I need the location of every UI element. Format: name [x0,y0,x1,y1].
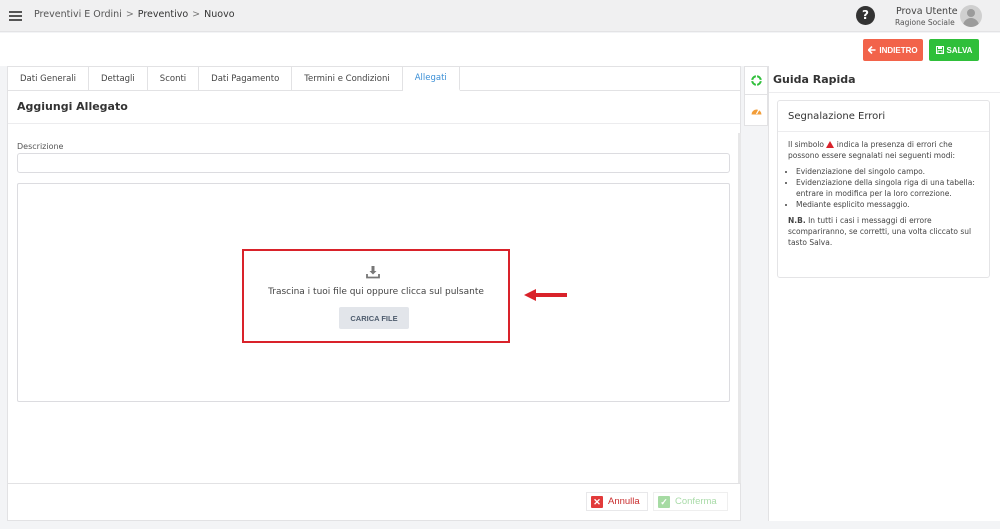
breadcrumb-separator: > [125,9,134,20]
page-title: Aggiungi Allegato [17,100,128,113]
card-title: Segnalazione Errori [788,111,886,122]
scrollbar[interactable] [738,133,741,483]
breadcrumb-item-nuovo: Nuovo [204,9,235,20]
warning-triangle-icon [826,141,835,148]
tab-allegati[interactable]: Allegati [402,67,460,91]
quick-guide-title: Guida Rapida [773,73,856,86]
cancel-button[interactable]: ✕ Annulla [586,492,648,511]
note-label: N.B. [788,216,806,225]
divider [778,131,989,132]
list-item: Mediante esplicito messaggio. [796,199,984,210]
tab-dettagli[interactable]: Dettagli [89,67,148,91]
card-intro: Il simbolo indica la presenza di errori … [788,139,984,161]
divider [8,483,740,484]
arrow-left-icon [868,46,876,54]
tab-dati-generali[interactable]: Dati Generali [8,67,90,91]
question-circle-icon[interactable]: ? [856,6,875,25]
upload-file-button[interactable]: CARICA FILE [339,307,409,329]
card-body: Il simbolo indica la presenza di errori … [788,139,984,248]
check-icon: ✓ [658,495,670,508]
save-button-label: SALVA [946,45,973,55]
dropzone-instructions: Trascina i tuoi file qui oppure clicca s… [268,287,484,297]
tab-dati-pagamento[interactable]: Dati Pagamento [199,67,293,91]
download-tray-icon [366,266,380,279]
description-label: Descrizione [17,142,64,151]
tab-sconti[interactable]: Sconti [148,67,200,91]
user-company: Ragione Sociale [895,18,955,27]
top-header: Preventivi E Ordini > Preventivo > Nuovo ? P… [0,0,1000,32]
intro-text-before: Il simbolo [788,140,824,149]
breadcrumb-item-preventivi-e-ordini[interactable]: Preventivi E Ordini [34,9,122,20]
action-bar [0,33,1000,66]
red-arrow-left-icon [524,289,567,301]
quick-guide-panel: Guida Rapida Segnalazione Errori Il simb… [768,66,1000,521]
back-button-label: INDIETRO [879,45,918,55]
back-button[interactable]: INDIETRO [863,39,923,61]
note-text: In tutti i casi i messaggi di errore sco… [788,216,972,247]
save-button[interactable]: SALVA [929,39,979,61]
tab-termini-e-condizioni[interactable]: Termini e Condizioni [292,67,403,91]
user-name: Prova Utente [896,6,958,17]
list-item: Evidenziazione della singola riga di una… [796,177,984,199]
floppy-disk-icon [935,46,944,54]
divider [769,92,1000,93]
side-tab-dashboard[interactable] [745,96,767,124]
list-item: Evidenziazione del singolo campo. [796,166,984,177]
side-tab-guide[interactable] [745,67,767,95]
divider [8,123,740,124]
close-icon: ✕ [591,495,603,508]
breadcrumb-separator: > [192,9,201,20]
description-input[interactable] [17,153,730,173]
gauge-icon [751,109,761,114]
error-reporting-card: Segnalazione Errori Il simbolo indica la… [777,100,990,278]
cancel-button-label: Annulla [608,496,640,507]
breadcrumb-item-preventivo[interactable]: Preventivo [138,9,188,20]
life-ring-icon [750,75,762,86]
user-avatar-icon[interactable] [960,5,982,27]
main-panel: Dati Generali Dettagli Sconti Dati Pagam… [7,66,741,521]
bullet-list: Evidenziazione del singolo campo. Eviden… [796,166,984,210]
card-note: N.B. In tutti i casi i messaggi di error… [788,215,984,248]
breadcrumb: Preventivi E Ordini > Preventivo > Nuovo [34,9,235,20]
confirm-button-label: Conferma [675,496,717,507]
hamburger-icon[interactable] [9,11,22,21]
tab-bar: Dati Generali Dettagli Sconti Dati Pagam… [8,67,740,91]
confirm-button[interactable]: ✓ Conferma [653,492,728,511]
side-tab-bar [744,66,768,126]
